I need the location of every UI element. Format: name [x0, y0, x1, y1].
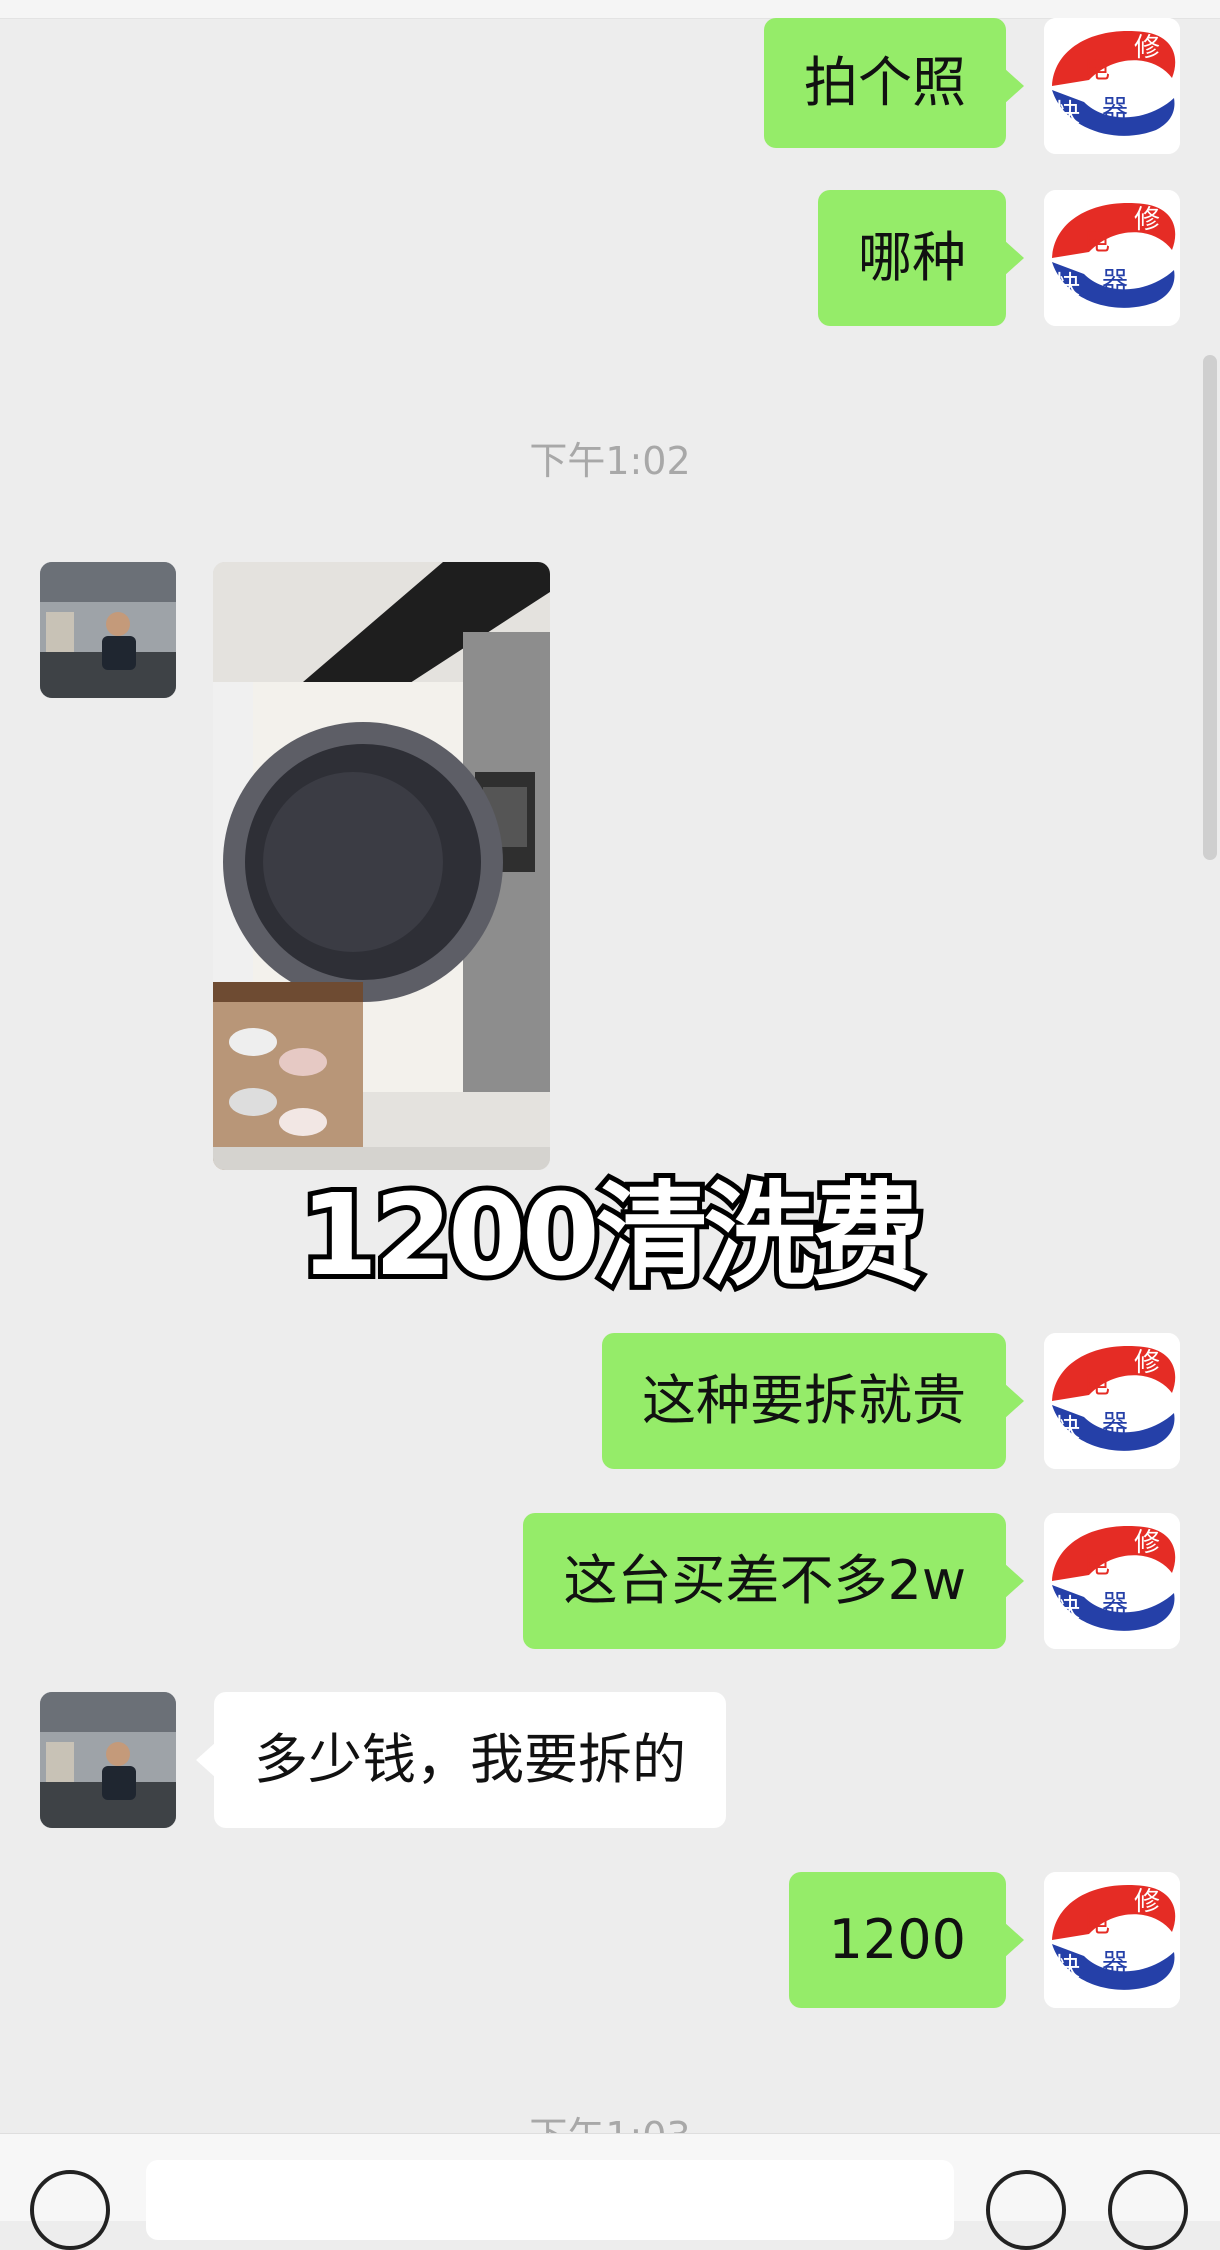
svg-text:修: 修 [1134, 1887, 1160, 1917]
svg-text:电: 电 [1084, 1370, 1110, 1400]
overlay-caption: 1200清洗费 [295, 1166, 929, 1306]
svg-text:修: 修 [1134, 205, 1160, 235]
repair-shop-logo-icon: 电 修 快 器 [1044, 18, 1180, 154]
svg-text:器: 器 [1102, 1590, 1128, 1620]
my-avatar[interactable]: 电 修 快 器 [1044, 190, 1180, 326]
my-avatar[interactable]: 电 修 快 器 [1044, 1513, 1180, 1649]
svg-text:快: 快 [1054, 1594, 1080, 1624]
user-photo-avatar-icon [40, 562, 176, 698]
user-photo-avatar-icon [40, 1692, 176, 1828]
message-input[interactable] [146, 2160, 954, 2240]
chat-image-washing-machine[interactable] [213, 562, 550, 1170]
svg-text:器: 器 [1102, 1949, 1128, 1979]
svg-text:修: 修 [1134, 1348, 1160, 1378]
svg-text:修: 修 [1134, 1528, 1160, 1558]
contact-avatar[interactable] [40, 1692, 176, 1828]
message-bubble-sent[interactable]: 这种要拆就贵 [602, 1333, 1024, 1469]
input-bar [0, 2133, 1220, 2250]
washing-machine-photo [213, 562, 550, 1170]
message-bubble-sent[interactable]: 哪种 [818, 190, 1024, 326]
voice-icon[interactable] [30, 2170, 110, 2250]
svg-text:修: 修 [1134, 33, 1160, 63]
repair-shop-logo-icon: 电 修 快 器 [1044, 1872, 1180, 2008]
plus-icon[interactable] [1108, 2170, 1188, 2250]
my-avatar[interactable]: 电 修 快 器 [1044, 1333, 1180, 1469]
svg-text:快: 快 [1054, 1414, 1080, 1444]
svg-text:快: 快 [1054, 271, 1080, 301]
message-bubble-received[interactable]: 多少钱，我要拆的 [196, 1692, 726, 1828]
svg-text:电: 电 [1084, 227, 1110, 257]
svg-text:快: 快 [1054, 99, 1080, 129]
repair-shop-logo-icon: 电 修 快 器 [1044, 1513, 1180, 1649]
contact-avatar[interactable] [40, 562, 176, 698]
svg-text:电: 电 [1084, 1550, 1110, 1580]
svg-text:电: 电 [1084, 55, 1110, 85]
repair-shop-logo-icon: 电 修 快 器 [1044, 1333, 1180, 1469]
top-divider [0, 0, 1220, 19]
repair-shop-logo-icon: 电 修 快 器 [1044, 190, 1180, 326]
timestamp: 下午1:02 [529, 439, 691, 483]
message-bubble-sent[interactable]: 1200 [788, 1872, 1025, 2008]
svg-text:快: 快 [1054, 1953, 1080, 1983]
emoji-icon[interactable] [986, 2170, 1066, 2250]
svg-text:电: 电 [1084, 1909, 1110, 1939]
svg-text:器: 器 [1102, 267, 1128, 297]
my-avatar[interactable]: 电 修 快 器 [1044, 1872, 1180, 2008]
message-bubble-sent[interactable]: 这台买差不多2w [523, 1513, 1024, 1649]
message-bubble-sent[interactable]: 拍个照 [764, 18, 1024, 148]
svg-text:器: 器 [1102, 95, 1128, 125]
svg-text:器: 器 [1102, 1410, 1128, 1440]
scrollbar[interactable] [1203, 355, 1217, 860]
my-avatar[interactable]: 电 修 快 器 [1044, 18, 1180, 154]
